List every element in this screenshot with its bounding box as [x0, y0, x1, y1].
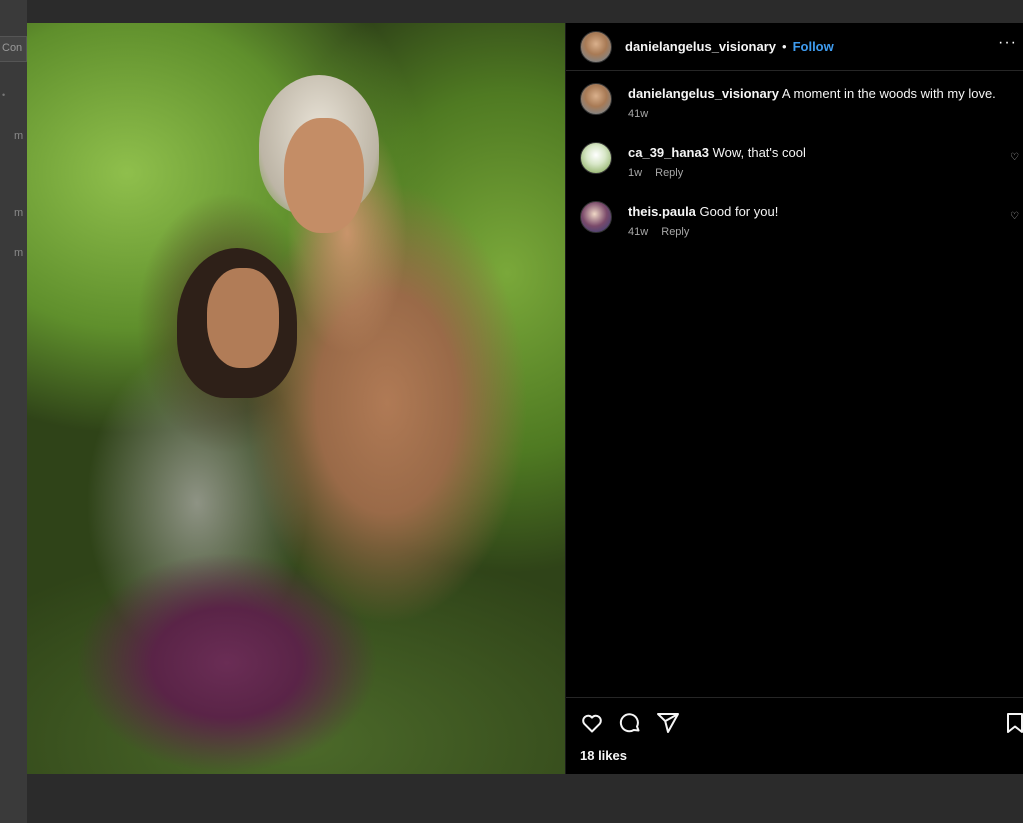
caption: danielangelus_visionary A moment in the … — [580, 83, 1009, 120]
comment-text: Good for you! — [699, 204, 779, 219]
comment-item: theis.paula Good for you! 41w Reply ♡ — [580, 201, 1019, 238]
post-modal: danielangelus_visionary • Follow ··· dan… — [27, 23, 1023, 774]
separator-dot: • — [782, 39, 787, 54]
comment-item: ca_39_hana3 Wow, that's cool 1w Reply ♡ — [580, 142, 1019, 179]
comments-list: danielangelus_visionary A moment in the … — [566, 71, 1023, 697]
reply-button[interactable]: Reply — [661, 226, 689, 238]
comment-age[interactable]: 1w — [628, 167, 642, 179]
more-options-icon[interactable]: ··· — [998, 34, 1017, 52]
commenter-avatar[interactable] — [580, 201, 612, 233]
photo-detail — [284, 118, 364, 233]
comment-like-icon[interactable]: ♡ — [1010, 211, 1019, 222]
background-text: m — [14, 247, 24, 259]
paper-plane-icon[interactable] — [656, 711, 680, 735]
comment-like-icon[interactable]: ♡ — [1010, 152, 1019, 163]
commenter-avatar[interactable] — [580, 142, 612, 174]
comment-username[interactable]: ca_39_hana3 — [628, 145, 709, 160]
comment-text: A moment in the woods with my love. — [781, 86, 996, 101]
comment-age[interactable]: 41w — [628, 108, 648, 120]
background-button: Con — [0, 36, 27, 62]
background-page: Con • m m m — [0, 0, 27, 823]
author-username[interactable]: danielangelus_visionary — [625, 39, 776, 54]
comment-username[interactable]: theis.paula — [628, 204, 696, 219]
author-avatar[interactable] — [580, 30, 612, 63]
background-text: m — [14, 207, 24, 219]
bookmark-icon[interactable] — [1003, 711, 1023, 735]
author-avatar[interactable] — [580, 83, 612, 115]
photo-detail — [207, 268, 279, 368]
reply-button[interactable]: Reply — [655, 167, 683, 179]
background-dot: • — [2, 90, 6, 100]
comment-text: Wow, that's cool — [712, 145, 806, 160]
background-text: m — [14, 130, 24, 142]
post-side-panel: danielangelus_visionary • Follow ··· dan… — [565, 23, 1023, 774]
heart-icon[interactable] — [580, 711, 604, 735]
comment-bubble-icon[interactable] — [618, 711, 642, 735]
follow-button[interactable]: Follow — [793, 39, 834, 54]
post-header: danielangelus_visionary • Follow ··· — [566, 23, 1023, 71]
likes-count[interactable]: 18 likes — [580, 748, 1009, 763]
comment-username[interactable]: danielangelus_visionary — [628, 86, 779, 101]
post-actions: 18 likes — [566, 697, 1023, 774]
comment-age[interactable]: 41w — [628, 226, 648, 238]
post-photo[interactable] — [27, 23, 565, 774]
